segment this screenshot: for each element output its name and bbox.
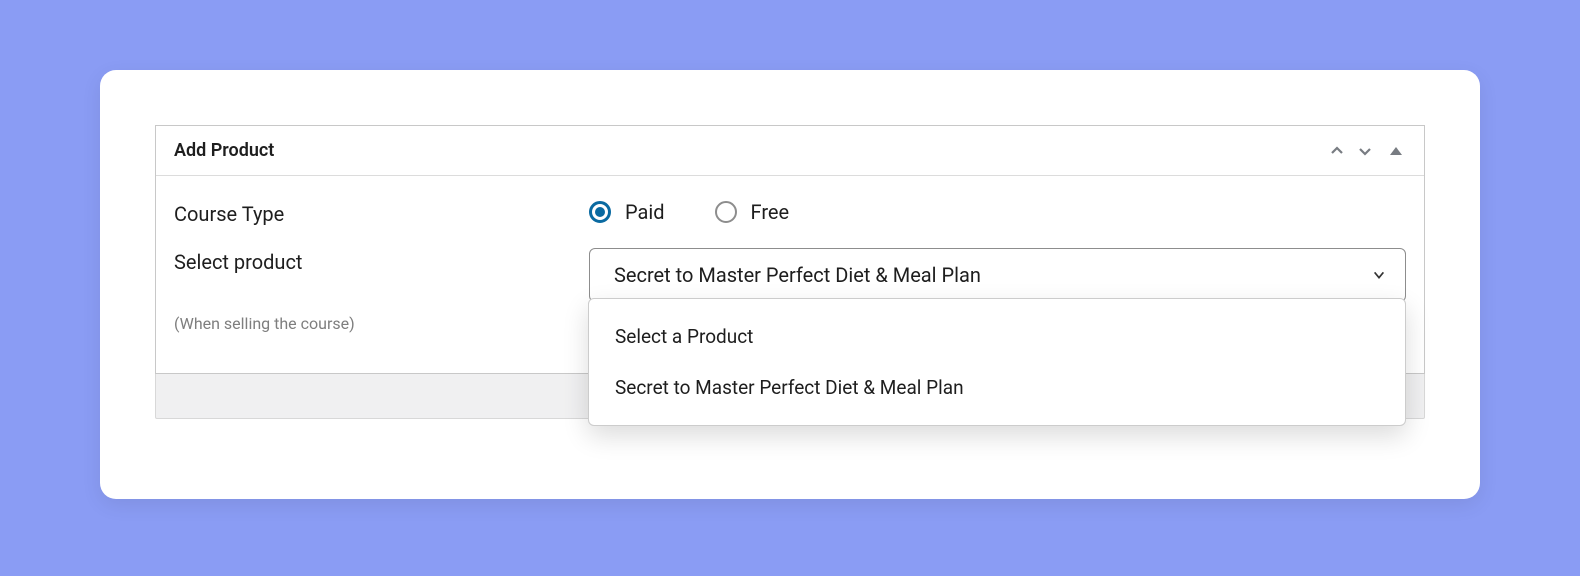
chevron-down-icon (1371, 267, 1387, 283)
row-course-type: Course Type Paid F (174, 200, 1406, 226)
radio-paid-dot (595, 207, 605, 217)
panel-actions (1328, 142, 1402, 160)
select-product-hint: (When selling the course) (174, 314, 589, 333)
course-type-label-col: Course Type (174, 200, 589, 226)
collapse-toggle-icon[interactable] (1390, 147, 1402, 155)
select-product-label-col: Select product (When selling the course) (174, 248, 589, 333)
add-product-panel: Add Product Course Type (155, 125, 1425, 374)
panel-body: Course Type Paid F (156, 176, 1424, 373)
panel-title: Add Product (174, 140, 274, 161)
radio-free[interactable]: Free (715, 200, 790, 224)
course-type-field: Paid Free (589, 200, 1406, 224)
panel-header: Add Product (156, 126, 1424, 176)
product-select-value: Secret to Master Perfect Diet & Meal Pla… (614, 263, 981, 287)
dropdown-option-secret-diet[interactable]: Secret to Master Perfect Diet & Meal Pla… (589, 362, 1405, 413)
product-select[interactable]: Secret to Master Perfect Diet & Meal Pla… (589, 248, 1406, 302)
radio-paid-circle (589, 201, 611, 223)
dropdown-option-placeholder[interactable]: Select a Product (589, 311, 1405, 362)
card-container: Add Product Course Type (100, 70, 1480, 499)
radio-free-label: Free (751, 200, 790, 224)
move-up-icon[interactable] (1328, 142, 1346, 160)
radio-paid[interactable]: Paid (589, 200, 665, 224)
radio-paid-label: Paid (625, 200, 665, 224)
course-type-label: Course Type (174, 202, 589, 226)
select-product-label: Select product (174, 250, 589, 274)
product-dropdown: Select a Product Secret to Master Perfec… (588, 298, 1406, 426)
panel-outer: Add Product Course Type (155, 125, 1425, 419)
radio-free-circle (715, 201, 737, 223)
move-down-icon[interactable] (1356, 142, 1374, 160)
select-product-field: Secret to Master Perfect Diet & Meal Pla… (589, 248, 1406, 302)
course-type-radio-group: Paid Free (589, 200, 1406, 224)
